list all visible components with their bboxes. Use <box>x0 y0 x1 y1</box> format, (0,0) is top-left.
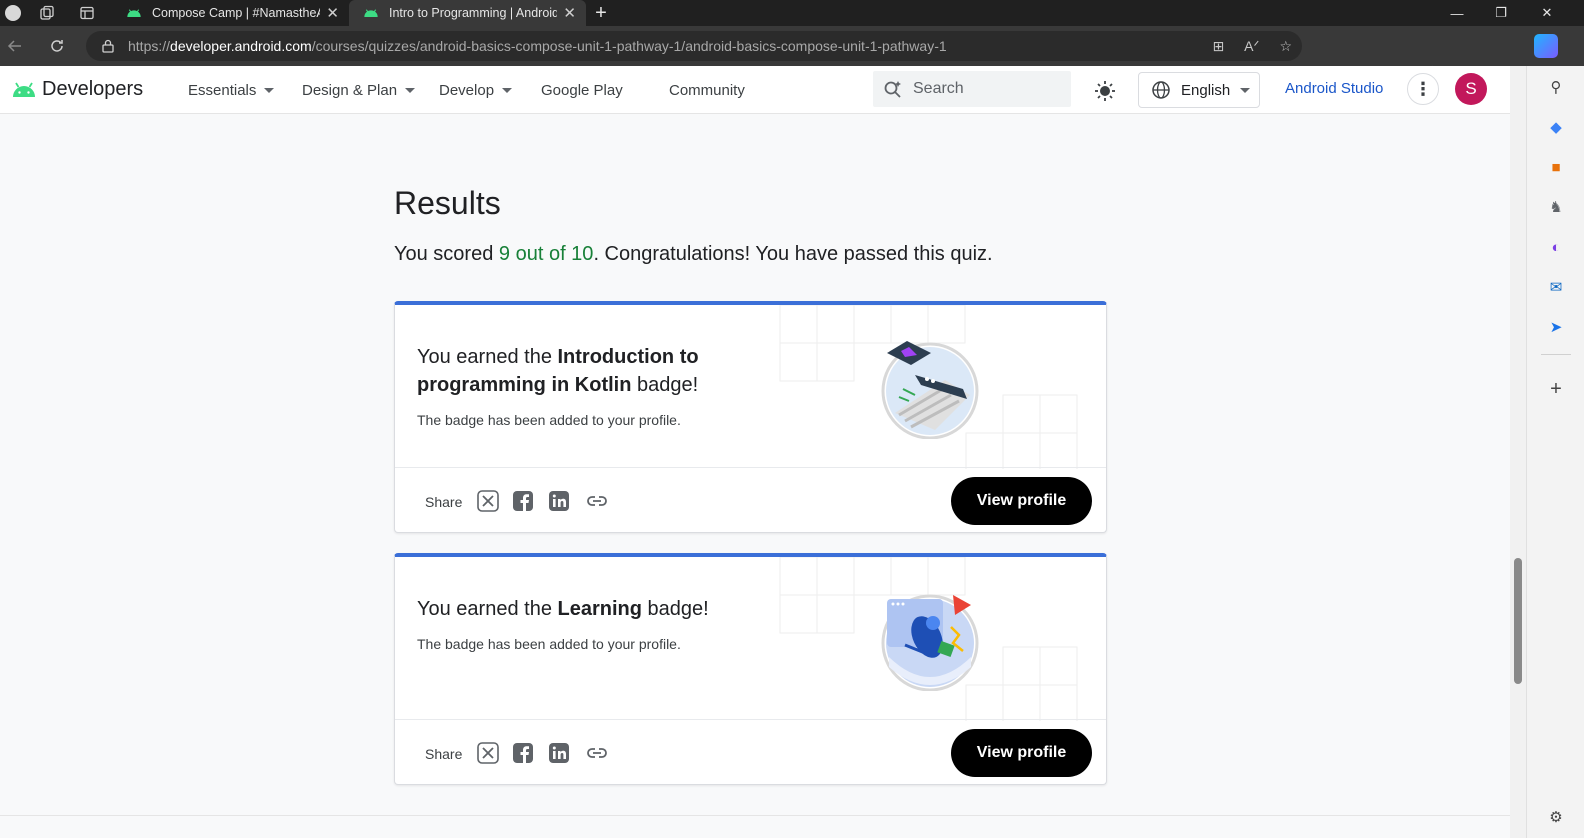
profile-icon[interactable] <box>0 0 26 26</box>
badge-card-learning: You earned the Learning badge! The badge… <box>394 553 1107 785</box>
logo-text: Developers <box>42 78 144 100</box>
new-tab-button[interactable]: + <box>586 2 616 25</box>
nav-community[interactable]: Community <box>669 66 745 114</box>
badge-card-kotlin: You earned the Introduction to programmi… <box>394 301 1107 533</box>
badge-added-text: The badge has been added to your profile… <box>417 412 681 428</box>
android-icon <box>127 9 141 17</box>
url-text: https://developer.android.com/courses/qu… <box>128 38 947 54</box>
score-text: You scored 9 out of 10. Congratulations!… <box>394 243 993 265</box>
caret-down-icon <box>502 87 513 93</box>
site-header: Developers Essentials Design & Plan Deve… <box>0 66 1510 114</box>
favorite-star-icon[interactable]: ☆ <box>1279 38 1292 55</box>
badge-earned-heading: You earned the Introduction to programmi… <box>417 346 699 396</box>
globe-icon <box>1152 81 1170 99</box>
nav-essentials[interactable]: Essentials <box>188 66 275 114</box>
search-icon[interactable]: ⚲ <box>1545 76 1567 98</box>
microsoft365-icon[interactable]: ◐ <box>1545 236 1567 258</box>
linkedin-share-icon[interactable] <box>548 742 570 764</box>
theme-toggle-icon[interactable] <box>1092 78 1118 104</box>
facebook-share-icon[interactable] <box>512 742 534 764</box>
badge-added-text: The badge has been added to your profile… <box>417 636 681 652</box>
developers-logo[interactable]: Developers <box>12 78 143 101</box>
share-label: Share <box>425 494 463 510</box>
read-aloud-icon[interactable]: Aᐟ <box>1244 38 1259 55</box>
lock-icon <box>102 39 114 53</box>
android-icon <box>364 9 378 17</box>
refresh-button[interactable] <box>42 31 72 61</box>
browser-tab-intro-programming[interactable]: Intro to Programming | Android Developer… <box>349 0 586 26</box>
divider <box>395 467 1106 468</box>
score-value: 9 out of 10 <box>498 243 594 265</box>
learning-badge-icon <box>881 594 979 691</box>
games-icon[interactable]: ♞ <box>1545 196 1567 218</box>
language-label: English <box>1181 81 1231 99</box>
copy-link-icon[interactable] <box>586 742 608 764</box>
outlook-icon[interactable]: ✉ <box>1545 276 1567 298</box>
back-button[interactable] <box>0 31 30 61</box>
tools-briefcase-icon[interactable]: ■ <box>1545 156 1567 178</box>
more-options-button[interactable]: ⋮ <box>1407 73 1439 105</box>
caret-down-icon <box>405 87 416 93</box>
user-avatar[interactable]: S <box>1455 73 1487 105</box>
page-title: Results <box>394 185 501 221</box>
language-select[interactable]: English <box>1138 72 1260 108</box>
tab-title: Intro to Programming | Android Developer… <box>389 6 558 20</box>
browser-tab-bar: Compose Camp | #NamastheAndroid ✕ Intro … <box>0 0 1584 26</box>
facebook-share-icon[interactable] <box>512 490 534 512</box>
copilot-icon[interactable] <box>1534 34 1558 58</box>
divider <box>1541 354 1571 355</box>
share-label: Share <box>425 746 463 762</box>
x-share-icon[interactable] <box>477 742 499 764</box>
scrollbar-track[interactable] <box>1510 66 1526 838</box>
divider <box>395 719 1106 720</box>
browser-toolbar: https://developer.android.com/courses/qu… <box>0 26 1584 81</box>
edge-sidebar: ⚲ ◆ ■ ♞ ◐ ✉ ➤ + ⚙ <box>1526 66 1584 838</box>
nav-design-plan[interactable]: Design & Plan <box>302 66 416 114</box>
caret-down-icon <box>264 87 275 93</box>
tab-title: Compose Camp | #NamastheAndroid <box>152 6 320 20</box>
search-box[interactable] <box>873 71 1071 107</box>
android-icon <box>13 82 35 97</box>
android-studio-link[interactable]: Android Studio <box>1285 80 1383 97</box>
x-share-icon[interactable] <box>477 490 499 512</box>
close-tab-icon[interactable]: ✕ <box>563 4 576 22</box>
nav-google-play[interactable]: Google Play <box>541 66 623 114</box>
scrollbar-thumb[interactable] <box>1514 558 1522 684</box>
address-bar[interactable]: https://developer.android.com/courses/qu… <box>86 31 1302 61</box>
tab-actions-icon[interactable] <box>74 0 100 26</box>
add-icon[interactable]: + <box>1545 378 1567 400</box>
restore-button[interactable]: ❐ <box>1478 0 1524 26</box>
nav-develop[interactable]: Develop <box>439 66 513 114</box>
close-window-button[interactable]: ✕ <box>1524 0 1570 26</box>
divider <box>0 815 1510 816</box>
view-profile-button[interactable]: View profile <box>951 477 1092 525</box>
search-input[interactable] <box>913 80 1063 98</box>
linkedin-share-icon[interactable] <box>548 490 570 512</box>
send-icon[interactable]: ➤ <box>1545 316 1567 338</box>
caret-down-icon <box>1240 87 1251 93</box>
search-spark-icon <box>884 81 901 98</box>
browser-tab-compose-camp[interactable]: Compose Camp | #NamastheAndroid ✕ <box>112 0 349 26</box>
view-profile-button[interactable]: View profile <box>951 729 1092 777</box>
kotlin-badge-icon <box>881 341 979 439</box>
badge-earned-heading: You earned the Learning badge! <box>417 598 709 620</box>
app-available-icon[interactable]: ⊞ <box>1212 38 1224 55</box>
workspaces-icon[interactable] <box>34 0 60 26</box>
shopping-tag-icon[interactable]: ◆ <box>1545 116 1567 138</box>
close-tab-icon[interactable]: ✕ <box>326 4 339 22</box>
copy-link-icon[interactable] <box>586 490 608 512</box>
minimize-button[interactable]: — <box>1434 0 1480 26</box>
settings-gear-icon[interactable]: ⚙ <box>1545 806 1567 828</box>
